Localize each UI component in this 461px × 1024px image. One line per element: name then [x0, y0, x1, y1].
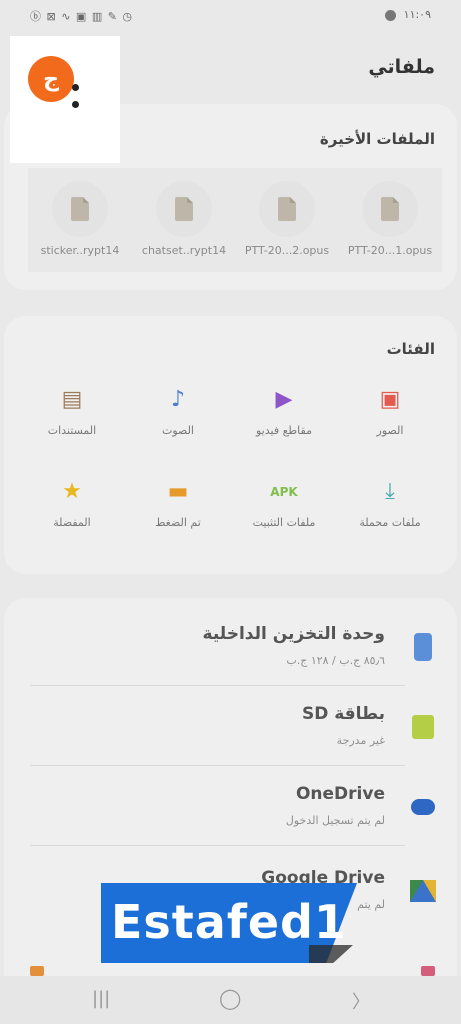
recent-file-item[interactable]: PTT-20...2.opus [235, 168, 339, 257]
category-label: المفضلة [53, 516, 91, 529]
document-icon: ▤ [61, 387, 83, 412]
more-options-icon[interactable] [72, 84, 80, 118]
phone-storage-icon [411, 632, 435, 662]
menu-overlay: ج [10, 36, 120, 163]
status-time: ١١:٠٩ [403, 8, 431, 21]
recent-file-item[interactable]: chatset..rypt14 [132, 168, 236, 257]
category-label: المستندات [47, 424, 97, 437]
recent-files-list: sticker..rypt14 chatset..rypt14 PTT-20..… [28, 168, 442, 272]
category-label: ملفات التثبيت [252, 516, 316, 529]
category-label: الصوت [162, 424, 194, 437]
avatar[interactable]: ج [28, 56, 74, 102]
watermark-banner: Estafed1 [101, 883, 357, 963]
watermark-text: Estafed1 [111, 895, 347, 949]
video-icon: ▶ [275, 387, 293, 412]
file-name: sticker..rypt14 [40, 244, 120, 257]
home-button[interactable]: ◯ [219, 986, 241, 1010]
file-thumb [52, 181, 108, 237]
categories-title: الفئات [386, 340, 435, 358]
file-name: PTT-20...1.opus [347, 244, 433, 257]
category-apk[interactable]: APK ملفات التثبيت [234, 478, 334, 532]
file-thumb [259, 181, 315, 237]
star-icon: ★ [62, 479, 82, 504]
storage-item-onedrive[interactable]: OneDrive لم يتم تسجيل الدخول [4, 766, 457, 846]
status-icons: ⓑ ⊠ ∿ ▣ ▥ ✎ ◷ [30, 10, 134, 23]
category-label: تم الضغط [155, 516, 201, 529]
storage-title: وحدة التخزين الداخلية [202, 624, 385, 644]
folder-zip-icon: ▬ [167, 479, 189, 504]
partial-item-icon [421, 966, 435, 976]
storage-sub: ٨٥٫٦ ج.ب / ١٢٨ ج.ب [286, 654, 385, 667]
recent-file-item[interactable]: PTT-20...1.opus [338, 168, 442, 257]
onedrive-icon [411, 792, 435, 822]
divider [30, 845, 405, 846]
status-bar: ⓑ ⊠ ∿ ▣ ▥ ✎ ◷ ١١:٠٩ [0, 0, 461, 34]
sd-card-icon [411, 712, 435, 742]
storage-title: OneDrive [295, 784, 385, 804]
partial-item-icon [30, 966, 44, 976]
file-icon [175, 197, 193, 221]
category-downloads[interactable]: ⤓ ملفات محملة [340, 478, 440, 532]
category-audio[interactable]: ♪ الصوت [128, 386, 228, 440]
system-nav-bar: ||| ◯ 〉 [0, 976, 461, 1024]
recent-files-title: الملفات الأخيرة [319, 130, 435, 148]
category-label: مقاطع فيديو [255, 424, 312, 437]
storage-sub: غير مدرجة [336, 734, 385, 747]
category-label: ملفات محملة [359, 516, 421, 529]
category-documents[interactable]: ▤ المستندات [22, 386, 122, 440]
file-thumb [362, 181, 418, 237]
download-icon: ⤓ [385, 479, 395, 504]
music-note-icon: ♪ [170, 387, 186, 412]
storage-title: بطاقة SD [301, 704, 385, 724]
category-label: الصور [376, 424, 404, 437]
category-compressed[interactable]: ▬ تم الضغط [128, 478, 228, 532]
file-icon [278, 197, 296, 221]
file-name: chatset..rypt14 [141, 244, 227, 257]
google-drive-icon [410, 876, 436, 906]
recent-apps-button[interactable]: ||| [92, 988, 110, 1009]
recent-file-item[interactable]: sticker..rypt14 [28, 168, 132, 257]
category-videos[interactable]: ▶ مقاطع فيديو [234, 386, 334, 440]
back-button[interactable]: 〉 [352, 988, 370, 1014]
apk-icon: APK [270, 485, 298, 499]
file-name: PTT-20...2.opus [244, 244, 330, 257]
file-icon [381, 197, 399, 221]
battery-icon [385, 9, 397, 21]
storage-item-sd[interactable]: بطاقة SD غير مدرجة [4, 686, 457, 766]
category-images[interactable]: ▣ الصور [340, 386, 440, 440]
storage-item-internal[interactable]: وحدة التخزين الداخلية ٨٥٫٦ ج.ب / ١٢٨ ج.ب [4, 606, 457, 686]
file-thumb [156, 181, 212, 237]
image-icon: ▣ [379, 387, 401, 412]
categories-card: الفئات ▣ الصور ▶ مقاطع فيديو ♪ الصوت ▤ ا… [4, 316, 457, 574]
status-time-group: ١١:٠٩ [385, 8, 431, 21]
storage-sub: لم يتم تسجيل الدخول [285, 814, 385, 827]
page-title: ملفاتي [368, 56, 435, 78]
category-favorites[interactable]: ★ المفضلة [22, 478, 122, 532]
file-icon [71, 197, 89, 221]
storage-sub: لم يتم [357, 898, 385, 911]
